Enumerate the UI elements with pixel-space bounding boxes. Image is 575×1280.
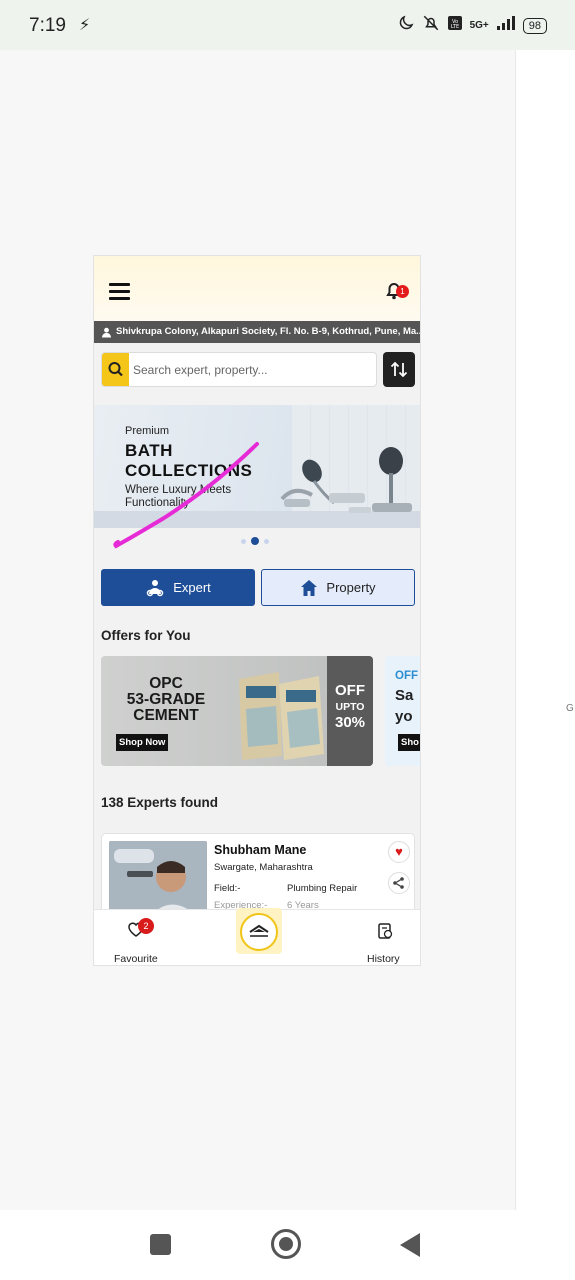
favourite-heart-icon[interactable]: ♥: [388, 841, 410, 863]
experts-count: 138 Experts found: [101, 795, 219, 810]
moon-icon: [397, 14, 415, 37]
badge-off: OFF: [335, 682, 365, 699]
cement-bags-image: [239, 672, 324, 760]
shop-now-button[interactable]: Shop Now: [116, 734, 169, 751]
search-box[interactable]: [101, 352, 377, 387]
search-icon[interactable]: [102, 353, 129, 386]
carousel-dot-active[interactable]: [251, 537, 259, 545]
offer-card-second[interactable]: OFF Sa yo Sho: [385, 656, 420, 766]
banner-subtitle-line2: Functionality: [125, 497, 190, 509]
expert-icon: [146, 579, 164, 596]
notification-badge: 1: [396, 285, 409, 298]
offer-card-cement[interactable]: OPC 53-GRADE CEMENT Shop Now OFF UPTO 30…: [101, 656, 373, 766]
nav-favourite-label: Favourite: [114, 953, 158, 965]
sort-icon: [390, 361, 408, 378]
volte-icon: Vo LTE: [447, 15, 463, 36]
nav-favourite[interactable]: Favourite: [108, 920, 164, 965]
offer2-off: OFF: [395, 670, 418, 682]
offer-title-line1: OPC: [149, 675, 183, 692]
badge-upto: UPTO: [335, 701, 365, 713]
share-icon[interactable]: [388, 872, 410, 894]
offer2-line1: Sa: [395, 687, 414, 704]
offer-title-line2: 53-GRADE: [126, 691, 206, 708]
history-icon: [378, 923, 393, 939]
app-logo: [240, 913, 278, 951]
promo-banner[interactable]: Premium BATH COLLECTIONS Where Luxury Me…: [94, 405, 420, 528]
offer2-line2: yo: [395, 708, 413, 725]
back-button[interactable]: [400, 1233, 420, 1257]
svg-text:LTE: LTE: [450, 24, 458, 30]
menu-icon[interactable]: [109, 283, 130, 300]
faucet-image: [280, 447, 412, 513]
expert-name: Shubham Mane: [214, 843, 307, 857]
banner-title-line2: COLLECTIONS: [125, 461, 253, 480]
status-icons: Vo LTE 5G+ 98: [397, 14, 547, 37]
expert-field-value: Plumbing Repair: [287, 883, 358, 894]
signal-icon: [496, 15, 516, 36]
address-bar[interactable]: Shivkrupa Colony, Alkapuri Society, Fl. …: [94, 321, 421, 343]
offer2-shop-button[interactable]: Sho: [398, 734, 420, 751]
bottom-navigation: Favourite 2 History: [94, 908, 420, 965]
nav-history-label: History: [367, 953, 400, 965]
favourite-count-badge: 2: [138, 918, 154, 934]
expert-tab-label: Expert: [173, 580, 211, 595]
badge-percent: 30%: [334, 714, 366, 731]
carousel-dots[interactable]: [241, 537, 269, 545]
network-type: 5G+: [469, 20, 489, 31]
flash-icon: ⚡: [79, 17, 91, 34]
discount-badge: OFF UPTO 30%: [327, 656, 373, 766]
expert-photo: [109, 841, 207, 918]
mute-bell-icon: [422, 14, 440, 37]
app-header: 1: [94, 256, 420, 321]
offers-section-title: Offers for You: [101, 628, 191, 643]
user-icon: [101, 327, 112, 338]
address-text: Shivkrupa Colony, Alkapuri Society, Fl. …: [116, 326, 421, 337]
expert-tab-button[interactable]: Expert: [101, 569, 255, 606]
offer-title-line3: CEMENT: [133, 707, 199, 724]
home-button[interactable]: [271, 1229, 301, 1259]
system-navigation-bar: [0, 1210, 575, 1280]
nav-home[interactable]: [236, 908, 282, 954]
recents-button[interactable]: [150, 1234, 171, 1255]
property-tab-button[interactable]: Property: [261, 569, 415, 606]
status-bar: 7:19 ⚡ Vo LTE 5G+ 98: [0, 0, 575, 50]
home-icon: [301, 579, 318, 596]
sort-button[interactable]: [383, 352, 415, 387]
offer-title: OPC 53-GRADE CEMENT: [101, 676, 231, 724]
carousel-dot[interactable]: [241, 538, 246, 544]
banner-subtitle-line1: Where Luxury Meets: [125, 484, 232, 496]
battery-indicator: 98: [522, 17, 547, 34]
banner-premium: Premium: [125, 425, 170, 437]
property-tab-label: Property: [326, 580, 376, 595]
app-frame: 1 Shivkrupa Colony, Alkapuri Society, Fl…: [93, 255, 421, 966]
expert-location: Swargate, Maharashtra: [214, 862, 313, 873]
side-letter: G: [566, 703, 574, 714]
banner-title-line1: BATH: [125, 441, 173, 460]
background-panel: [515, 50, 575, 1210]
nav-history[interactable]: History: [362, 922, 408, 965]
status-time: 7:19: [29, 15, 66, 36]
carousel-dot[interactable]: [264, 538, 269, 544]
expert-field-label: Field:-: [214, 883, 241, 894]
search-input[interactable]: [133, 361, 373, 378]
